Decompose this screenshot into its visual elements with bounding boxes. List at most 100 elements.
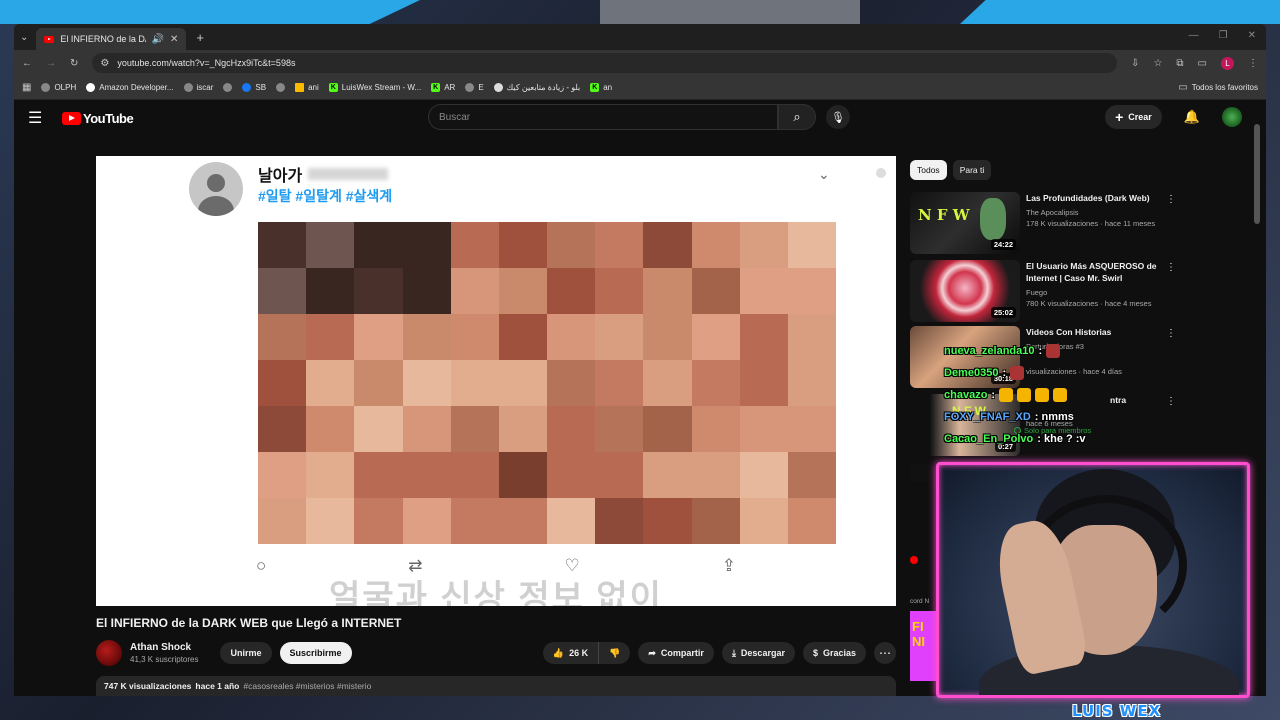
site-info-icon[interactable]: ⚙ — [100, 58, 109, 69]
more-actions-button[interactable]: ⋯ — [874, 642, 896, 664]
recommendation-meta: 780 K visualizaciones · hace 4 meses — [1026, 299, 1152, 308]
all-bookmarks[interactable]: ▭ Todos los favoritos — [1178, 82, 1258, 93]
maximize-icon[interactable]: ❐ — [1219, 30, 1228, 41]
bookmark-item[interactable]: SB — [242, 83, 266, 92]
dislike-button[interactable]: 👎 — [599, 642, 630, 664]
mosaic-tile — [258, 360, 307, 406]
apps-icon[interactable]: ▦ — [22, 82, 31, 93]
mosaic-tile — [739, 222, 788, 268]
forward-icon[interactable]: → — [46, 58, 56, 69]
mosaic-tile — [258, 222, 307, 268]
join-button[interactable]: Unirme — [220, 642, 272, 664]
share-arrow-icon: ➦ — [648, 647, 656, 658]
user-avatar[interactable] — [1222, 107, 1242, 127]
tab-search-icon[interactable]: ⌄ — [20, 32, 28, 43]
globe-icon — [223, 83, 233, 92]
chip-todos[interactable]: Todos — [910, 160, 947, 180]
more-vert-icon[interactable]: ⋮ — [1166, 194, 1176, 205]
like-button[interactable]: 👍 26 K — [543, 642, 600, 664]
channel-row: Athan Shock 41,3 K suscriptores Unirme S… — [96, 638, 896, 668]
recommendation-item[interactable]: 25:02 El Usuario Más ASQUEROSO de Intern… — [910, 260, 1230, 324]
youtube-logo[interactable]: YouTube — [62, 111, 134, 126]
video-player[interactable]: 날아가 #일탈 #일탈계 #살색계 ⌄ ○ ⇄ ♡ ⇪ 얼굴과 신상 정보 없이 — [96, 156, 896, 606]
chip-para-ti[interactable]: Para ti — [952, 160, 992, 180]
mosaic-tile — [643, 222, 692, 268]
mosaic-tile — [691, 406, 740, 452]
back-icon[interactable]: ← — [22, 58, 32, 69]
bookmark-item[interactable]: iscar — [183, 83, 213, 92]
mosaic-tile — [450, 314, 499, 360]
search-button[interactable]: ⌕ — [778, 104, 816, 130]
mosaic-tile — [595, 268, 644, 314]
share-button[interactable]: ➦ Compartir — [638, 642, 714, 664]
mosaic-tile — [354, 314, 403, 360]
mosaic-tile — [258, 498, 307, 544]
description-box[interactable]: 747 K visualizaciones hace 1 año #casosr… — [96, 676, 896, 696]
create-button[interactable]: + Crear — [1105, 105, 1162, 129]
address-bar[interactable]: ⚙ youtube.com/watch?v=_NgcHzx9iTc&t=598s — [92, 53, 1118, 73]
bookmark-star-icon[interactable]: ☆ — [1153, 58, 1162, 69]
voice-search-button[interactable]: 🎙 — [826, 105, 850, 129]
new-tab-icon[interactable]: + — [196, 30, 204, 45]
menu-dots-icon[interactable]: ⋮ — [1248, 58, 1258, 69]
bookmark-item[interactable]: بلو - زيادة متابعين كيك — [493, 83, 580, 92]
scrollbar-thumb[interactable] — [1254, 124, 1260, 224]
more-vert-icon[interactable]: ⋮ — [1166, 262, 1176, 273]
profile-avatar[interactable]: L — [1221, 56, 1234, 70]
thumbs-down-icon: 👎 — [609, 647, 621, 658]
chat-username: FOXY_FNAF_XD — [944, 411, 1031, 423]
close-window-icon[interactable]: ✕ — [1248, 30, 1256, 41]
menu-icon[interactable]: ☰ — [28, 108, 48, 128]
chat-message: nueva_zelanda10: — [944, 340, 1204, 362]
bookmark-item[interactable]: OLPH — [41, 83, 76, 92]
bookmark-item[interactable]: K LuisWex Stream - W... — [328, 83, 421, 92]
cast-icon[interactable]: ▭ — [1198, 58, 1207, 69]
speaker-icon[interactable]: 🔊 — [152, 34, 164, 45]
kick-icon: K — [328, 83, 338, 92]
mosaic-tile — [354, 360, 403, 406]
recommendation-item[interactable]: N F W 24:22 Las Profundidades (Dark Web)… — [910, 192, 1230, 256]
tab-active[interactable]: El INFIERNO de la DARK WE 🔊 ✕ — [36, 28, 187, 50]
extensions-icon[interactable]: ⧉ — [1176, 58, 1183, 69]
mosaic-tile — [739, 452, 788, 498]
partial-thumbnail — [910, 464, 934, 482]
duration-badge: 25:02 — [990, 307, 1016, 318]
bookmark-item[interactable]: E — [465, 83, 484, 92]
search-input[interactable]: Buscar — [428, 104, 778, 130]
bookmark-item[interactable]: K AR — [431, 83, 455, 92]
streamer-webcam — [936, 462, 1250, 698]
minimize-icon[interactable]: — — [1189, 30, 1199, 41]
bookmark-item[interactable]: Kan — [590, 83, 612, 92]
mosaic-tile — [258, 406, 307, 452]
mosaic-tile — [643, 314, 692, 360]
mosaic-tile — [402, 498, 451, 544]
channel-name[interactable]: Athan Shock — [130, 642, 198, 653]
bookmark-item[interactable]: ani — [295, 83, 319, 92]
channel-avatar[interactable] — [96, 640, 122, 666]
youtube-play-icon — [62, 111, 81, 125]
mosaic-tile — [691, 222, 740, 268]
mosaic-tile — [258, 452, 307, 498]
bookmark-item[interactable] — [276, 83, 286, 92]
thanks-button[interactable]: $ Gracias — [802, 642, 866, 664]
bookmark-item[interactable] — [223, 83, 233, 92]
globe-icon — [465, 83, 475, 92]
upload-age: hace 1 año — [195, 681, 240, 691]
reload-icon[interactable]: ↻ — [70, 58, 78, 69]
close-tab-icon[interactable]: ✕ — [170, 34, 178, 45]
bookmark-item[interactable]: Amazon Developer... — [86, 83, 174, 92]
mosaic-tile — [306, 268, 355, 314]
facebook-icon — [242, 83, 252, 92]
chat-username: chavazo — [944, 389, 988, 401]
video-actions: 👍 26 K 👎 ➦ Compartir ⤓ Descargar $ Gracias ⋯ — [542, 638, 896, 668]
notifications-icon[interactable]: 🔔 — [1184, 109, 1200, 125]
download-button[interactable]: ⤓ Descargar — [721, 642, 795, 664]
subscribe-button[interactable]: Suscribirme — [279, 642, 352, 664]
more-vert-icon[interactable]: ⋮ — [1166, 328, 1176, 339]
microsoft-icon — [295, 83, 305, 92]
install-icon[interactable]: ⇩ — [1131, 58, 1139, 69]
page-scrollbar[interactable] — [1254, 114, 1260, 684]
mosaic-tile — [402, 268, 451, 314]
hashtags[interactable]: #casosreales #misterios #misterio — [243, 681, 371, 691]
video-title: El INFIERNO de la DARK WEB que Llegó a I… — [96, 616, 402, 630]
